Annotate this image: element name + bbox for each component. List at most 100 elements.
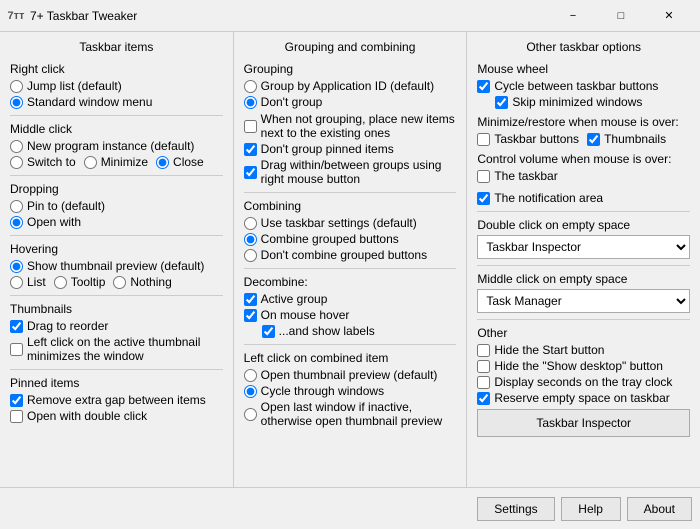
co2-radio[interactable] bbox=[244, 233, 257, 246]
close-button[interactable]: ✕ bbox=[646, 0, 692, 32]
ot3-label: Display seconds on the tray clock bbox=[494, 375, 672, 389]
mr2-check[interactable] bbox=[587, 133, 600, 146]
gr4-check[interactable] bbox=[244, 143, 257, 156]
rc2-radio[interactable] bbox=[10, 96, 23, 109]
app-icon: 7тт bbox=[8, 8, 24, 24]
mr2-option[interactable]: Thumbnails bbox=[587, 132, 666, 146]
th2-check[interactable] bbox=[10, 343, 23, 356]
hv3-radio[interactable] bbox=[54, 276, 67, 289]
ot1-option[interactable]: Hide the Start button bbox=[477, 343, 690, 357]
ot4-option[interactable]: Reserve empty space on taskbar bbox=[477, 391, 690, 405]
co3-radio[interactable] bbox=[244, 249, 257, 262]
mr1-check[interactable] bbox=[477, 133, 490, 146]
co2-option[interactable]: Combine grouped buttons bbox=[244, 232, 457, 246]
mw2-option[interactable]: Skip minimized windows bbox=[495, 95, 690, 109]
minimize-button[interactable]: − bbox=[550, 0, 596, 32]
mc3-radio[interactable] bbox=[84, 156, 97, 169]
lc2-option[interactable]: Cycle through windows bbox=[244, 384, 457, 398]
gr5-option[interactable]: Drag within/between groups using right m… bbox=[244, 158, 457, 186]
hv2-option[interactable]: List bbox=[10, 275, 46, 289]
dc1-label: Active group bbox=[261, 292, 328, 306]
ot3-option[interactable]: Display seconds on the tray clock bbox=[477, 375, 690, 389]
hv1-radio[interactable] bbox=[10, 260, 23, 273]
mw2-label: Skip minimized windows bbox=[512, 95, 642, 109]
lc3-radio[interactable] bbox=[244, 408, 257, 421]
settings-button[interactable]: Settings bbox=[477, 497, 554, 521]
dp2-radio[interactable] bbox=[10, 216, 23, 229]
lc3-option[interactable]: Open last window if inactive, otherwise … bbox=[244, 400, 457, 428]
dc3-option[interactable]: ...and show labels bbox=[262, 324, 457, 338]
co1-option[interactable]: Use taskbar settings (default) bbox=[244, 216, 457, 230]
gr2-label: Don't group bbox=[261, 95, 323, 109]
mc2-radio[interactable] bbox=[10, 156, 23, 169]
lc2-radio[interactable] bbox=[244, 385, 257, 398]
taskbar-inspector-button[interactable]: Taskbar Inspector bbox=[477, 409, 690, 437]
dp1-radio[interactable] bbox=[10, 200, 23, 213]
decombine-checks: Active group On mouse hover ...and show … bbox=[244, 292, 457, 338]
gr2-radio[interactable] bbox=[244, 96, 257, 109]
hv2-radio[interactable] bbox=[10, 276, 23, 289]
middle-click-option-1[interactable]: New program instance (default) bbox=[10, 139, 223, 153]
pi1-option[interactable]: Remove extra gap between items bbox=[10, 393, 223, 407]
dropping-option-2[interactable]: Open with bbox=[10, 215, 223, 229]
co1-radio[interactable] bbox=[244, 217, 257, 230]
hv4-option[interactable]: Nothing bbox=[113, 275, 171, 289]
th1-check[interactable] bbox=[10, 320, 23, 333]
th1-option[interactable]: Drag to reorder bbox=[10, 319, 223, 333]
lc1-radio[interactable] bbox=[244, 369, 257, 382]
mc4-radio[interactable] bbox=[156, 156, 169, 169]
gr3-option[interactable]: When not grouping, place new items next … bbox=[244, 112, 457, 140]
hovering-option-1[interactable]: Show thumbnail preview (default) bbox=[10, 259, 223, 273]
double-click-dropdown[interactable]: Taskbar Inspector bbox=[477, 235, 690, 259]
dc2-check[interactable] bbox=[244, 309, 257, 322]
gr5-check[interactable] bbox=[244, 166, 257, 179]
pi2-check[interactable] bbox=[10, 410, 23, 423]
ot1-check[interactable] bbox=[477, 344, 490, 357]
mc4-option[interactable]: Close bbox=[156, 155, 204, 169]
help-button[interactable]: Help bbox=[561, 497, 621, 521]
lc3-label: Open last window if inactive, otherwise … bbox=[261, 400, 457, 428]
ot3-check[interactable] bbox=[477, 376, 490, 389]
mc3-option[interactable]: Minimize bbox=[84, 155, 148, 169]
cv1-option[interactable]: The taskbar bbox=[477, 169, 557, 183]
gr1-radio[interactable] bbox=[244, 80, 257, 93]
mw1-check[interactable] bbox=[477, 80, 490, 93]
hv1-label: Show thumbnail preview (default) bbox=[27, 259, 204, 273]
dc1-option[interactable]: Active group bbox=[244, 292, 457, 306]
hv3-option[interactable]: Tooltip bbox=[54, 275, 106, 289]
mc1-radio[interactable] bbox=[10, 140, 23, 153]
about-button[interactable]: About bbox=[627, 497, 692, 521]
th1-label: Drag to reorder bbox=[27, 319, 108, 333]
rc1-radio[interactable] bbox=[10, 80, 23, 93]
co3-option[interactable]: Don't combine grouped buttons bbox=[244, 248, 457, 262]
dc2-option[interactable]: On mouse hover bbox=[244, 308, 457, 322]
gr2-option[interactable]: Don't group bbox=[244, 95, 457, 109]
hv3-label: Tooltip bbox=[71, 275, 106, 289]
lc1-option[interactable]: Open thumbnail preview (default) bbox=[244, 368, 457, 382]
cv1-check[interactable] bbox=[477, 170, 490, 183]
mc2-option[interactable]: Switch to bbox=[10, 155, 76, 169]
dropping-option-1[interactable]: Pin to (default) bbox=[10, 199, 223, 213]
right-click-option-1[interactable]: Jump list (default) bbox=[10, 79, 223, 93]
ot4-check[interactable] bbox=[477, 392, 490, 405]
dc1-check[interactable] bbox=[244, 293, 257, 306]
ot2-option[interactable]: Hide the "Show desktop" button bbox=[477, 359, 690, 373]
dc3-check[interactable] bbox=[262, 325, 275, 338]
ot2-check[interactable] bbox=[477, 360, 490, 373]
cv2-option[interactable]: The notification area bbox=[477, 191, 603, 205]
gr1-option[interactable]: Group by Application ID (default) bbox=[244, 79, 457, 93]
cv2-check[interactable] bbox=[477, 192, 490, 205]
mr1-option[interactable]: Taskbar buttons bbox=[477, 132, 579, 146]
right-click-option-2[interactable]: Standard window menu bbox=[10, 95, 223, 109]
mw2-check[interactable] bbox=[495, 96, 508, 109]
pi1-check[interactable] bbox=[10, 394, 23, 407]
maximize-button[interactable]: □ bbox=[598, 0, 644, 32]
gr4-option[interactable]: Don't group pinned items bbox=[244, 142, 457, 156]
middle-click-empty-dropdown[interactable]: Task Manager bbox=[477, 289, 690, 313]
gr3-check[interactable] bbox=[244, 120, 257, 133]
mw1-option[interactable]: Cycle between taskbar buttons bbox=[477, 79, 690, 93]
pi2-option[interactable]: Open with double click bbox=[10, 409, 223, 423]
hv4-radio[interactable] bbox=[113, 276, 126, 289]
lc2-label: Cycle through windows bbox=[261, 384, 384, 398]
th2-option[interactable]: Left click on the active thumbnail minim… bbox=[10, 335, 223, 363]
